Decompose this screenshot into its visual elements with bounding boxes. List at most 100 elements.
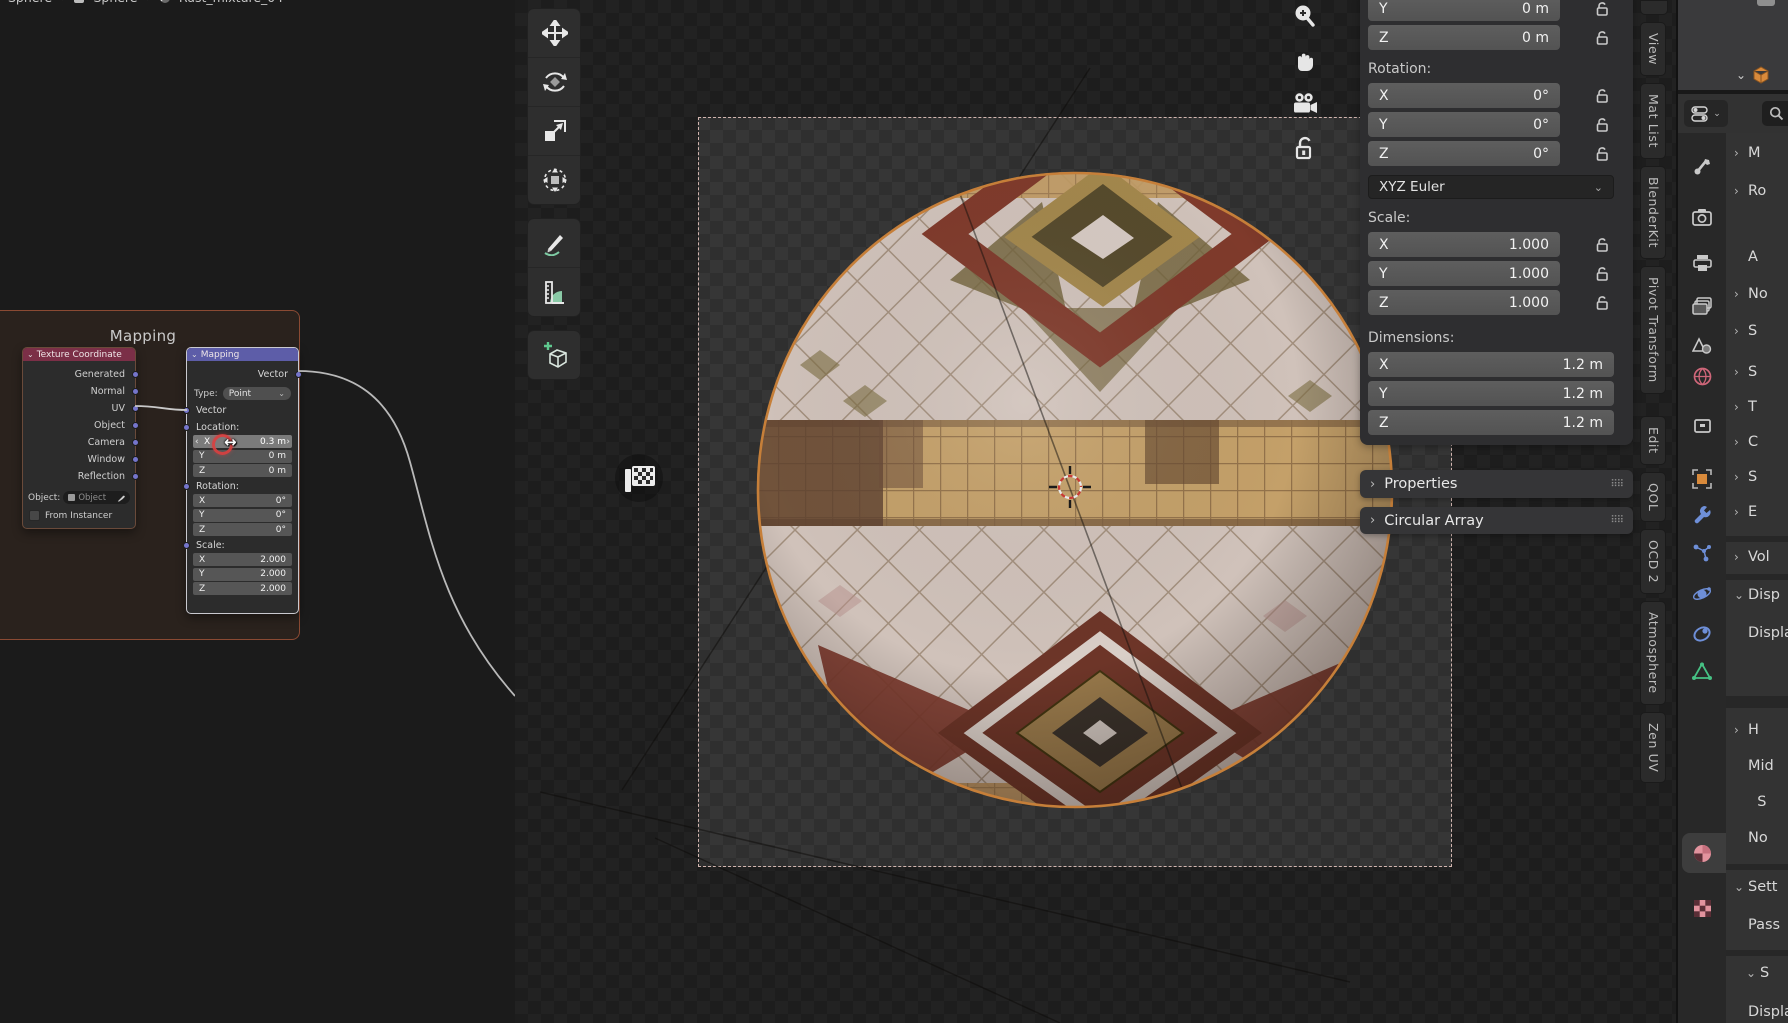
sidebar-tab[interactable]: Atmosphere	[1640, 601, 1666, 705]
panel-row[interactable]: ›C	[1734, 424, 1788, 459]
dimension-field[interactable]: Y 1.2 m	[1368, 381, 1614, 406]
panel-row[interactable]: ›No	[1734, 275, 1788, 312]
object-field[interactable]: Object	[63, 491, 130, 504]
circular-array-panel-header[interactable]: › Circular Array ⠿⠿	[1360, 507, 1633, 534]
shader-node-editor[interactable]: Sphere › Sphere › Rust_mixture_04 Mappin…	[0, 0, 518, 1023]
panel-row[interactable]: S	[1734, 784, 1788, 820]
sidebar-tab[interactable]: View	[1640, 22, 1666, 76]
panel-row[interactable]: ›S	[1734, 312, 1788, 349]
collapse-chevron-icon[interactable]: ⌄	[191, 351, 198, 359]
panel-row[interactable]: Displa	[1734, 998, 1788, 1023]
lock-button[interactable]	[1587, 117, 1617, 133]
vector-socket[interactable]	[183, 407, 190, 414]
scale-field[interactable]: X 1.000	[1368, 232, 1560, 257]
tab-object-data[interactable]	[1678, 659, 1726, 683]
lock-button[interactable]	[1587, 146, 1617, 162]
panel-row[interactable]: No	[1734, 820, 1788, 856]
zoom-button[interactable]	[1290, 2, 1318, 29]
vector-socket[interactable]	[132, 371, 139, 378]
rotation-socket[interactable]	[183, 483, 190, 490]
vector-socket[interactable]	[132, 456, 139, 463]
location-field[interactable]: Y 0 m	[1368, 0, 1560, 21]
lock-button[interactable]	[1587, 266, 1617, 282]
tab-collection[interactable]	[1678, 414, 1726, 438]
tab-scene[interactable]	[1678, 334, 1726, 358]
panel-header[interactable]: ⌄Sett	[1734, 873, 1788, 901]
panel-row[interactable]: Pass	[1734, 911, 1788, 939]
tab-view-layer[interactable]	[1678, 294, 1726, 318]
vector-socket[interactable]	[132, 473, 139, 480]
tab-tool[interactable]	[1678, 154, 1726, 178]
vector-socket[interactable]	[132, 422, 139, 429]
scale-field[interactable]: Z 1.000	[1368, 290, 1560, 315]
sidebar-tab[interactable]: Zen UV	[1640, 712, 1666, 783]
value-field[interactable]: X 0°	[193, 494, 292, 507]
tab-constraints[interactable]	[1678, 622, 1726, 646]
rotate-tool-button[interactable]	[528, 58, 581, 107]
tab-particles[interactable]	[1678, 541, 1726, 565]
editor-type-button[interactable]: ⌄	[1684, 100, 1728, 127]
lock-button[interactable]	[1290, 134, 1318, 161]
pan-button[interactable]	[1290, 46, 1318, 73]
tab-modifiers[interactable]	[1678, 502, 1726, 526]
vector-socket[interactable]	[132, 405, 139, 412]
vector-socket[interactable]	[132, 388, 139, 395]
panel-row[interactable]: ›M	[1734, 134, 1788, 172]
panel-row[interactable]: ›T	[1734, 389, 1788, 424]
panel-row[interactable]: ›H	[1734, 712, 1788, 748]
sidebar-tab[interactable]: Pivot Transform	[1640, 266, 1666, 394]
tab-output[interactable]	[1678, 251, 1726, 275]
panel-row[interactable]: A	[1734, 238, 1788, 275]
from-instancer-checkbox[interactable]	[29, 510, 40, 521]
sidebar-tab[interactable]: OCD 2	[1640, 529, 1666, 594]
texture-coordinate-node[interactable]: ⌄ Texture Coordinate Generated Normal UV	[22, 347, 136, 529]
annotate-tool-button[interactable]	[528, 219, 581, 268]
value-field[interactable]: X 0.3 m	[193, 435, 292, 448]
mapping-node[interactable]: ⌄ Mapping Vector Type: Point ⌄ Vector Lo…	[186, 347, 299, 614]
tab-physics[interactable]	[1678, 582, 1726, 606]
panel-header[interactable]: ⌄Disp	[1734, 581, 1788, 609]
value-field[interactable]: Y 0 m	[193, 450, 292, 463]
value-field[interactable]: Z 2.000	[193, 582, 292, 595]
move-tool-button[interactable]	[528, 9, 581, 58]
camera-view-button[interactable]	[1290, 90, 1318, 117]
chevron-down-icon[interactable]: ⌄	[1736, 68, 1746, 82]
drag-grip-icon[interactable]: ⠿⠿	[1610, 515, 1623, 526]
tab-partial[interactable]	[1640, 0, 1668, 15]
lock-button[interactable]	[1587, 30, 1617, 46]
drag-grip-icon[interactable]: ⠿⠿	[1610, 479, 1623, 490]
panel-row[interactable]: Mid	[1734, 748, 1788, 784]
rotation-field[interactable]: Z 0°	[1368, 141, 1560, 166]
value-field[interactable]: Z 0 m	[193, 464, 292, 477]
location-field[interactable]: Z 0 m	[1368, 25, 1560, 50]
scale-tool-button[interactable]	[528, 107, 581, 156]
sidebar-tab[interactable]: Edit	[1640, 416, 1666, 465]
rotation-field[interactable]: X 0°	[1368, 83, 1560, 108]
value-field[interactable]: Y 2.000	[193, 568, 292, 581]
location-socket[interactable]	[183, 424, 190, 431]
eyedropper-icon[interactable]	[117, 494, 125, 502]
tab-texture[interactable]	[1678, 896, 1726, 920]
tab-material[interactable]	[1678, 841, 1726, 865]
sidebar-tab[interactable]: QOL	[1640, 472, 1666, 522]
panel-header[interactable]: ⌄S	[1746, 959, 1788, 987]
value-field[interactable]: Z 0°	[193, 523, 292, 536]
lock-button[interactable]	[1587, 295, 1617, 311]
panel-header[interactable]: ›Vol	[1734, 543, 1788, 571]
type-dropdown[interactable]: Point ⌄	[223, 387, 291, 400]
lock-button[interactable]	[1587, 1, 1617, 17]
lock-button[interactable]	[1587, 237, 1617, 253]
panel-row[interactable]: ›S	[1734, 354, 1788, 389]
tab-world[interactable]	[1678, 364, 1726, 388]
rotation-field[interactable]: Y 0°	[1368, 112, 1560, 137]
outliner-row[interactable]: ⌄	[1678, 62, 1788, 88]
node-header[interactable]: ⌄ Texture Coordinate	[23, 348, 135, 361]
viewport-3d[interactable]: Y 0 m Z 0 m	[515, 0, 1676, 1023]
vector-socket[interactable]	[295, 371, 302, 378]
scale-field[interactable]: Y 1.000	[1368, 261, 1560, 286]
panel-row[interactable]: ›Ro	[1734, 172, 1788, 210]
tab-object[interactable]	[1678, 467, 1726, 491]
scale-socket[interactable]	[183, 542, 190, 549]
properties-panel-header[interactable]: › Properties ⠿⠿	[1360, 470, 1633, 498]
collapse-chevron-icon[interactable]: ⌄	[27, 351, 34, 359]
